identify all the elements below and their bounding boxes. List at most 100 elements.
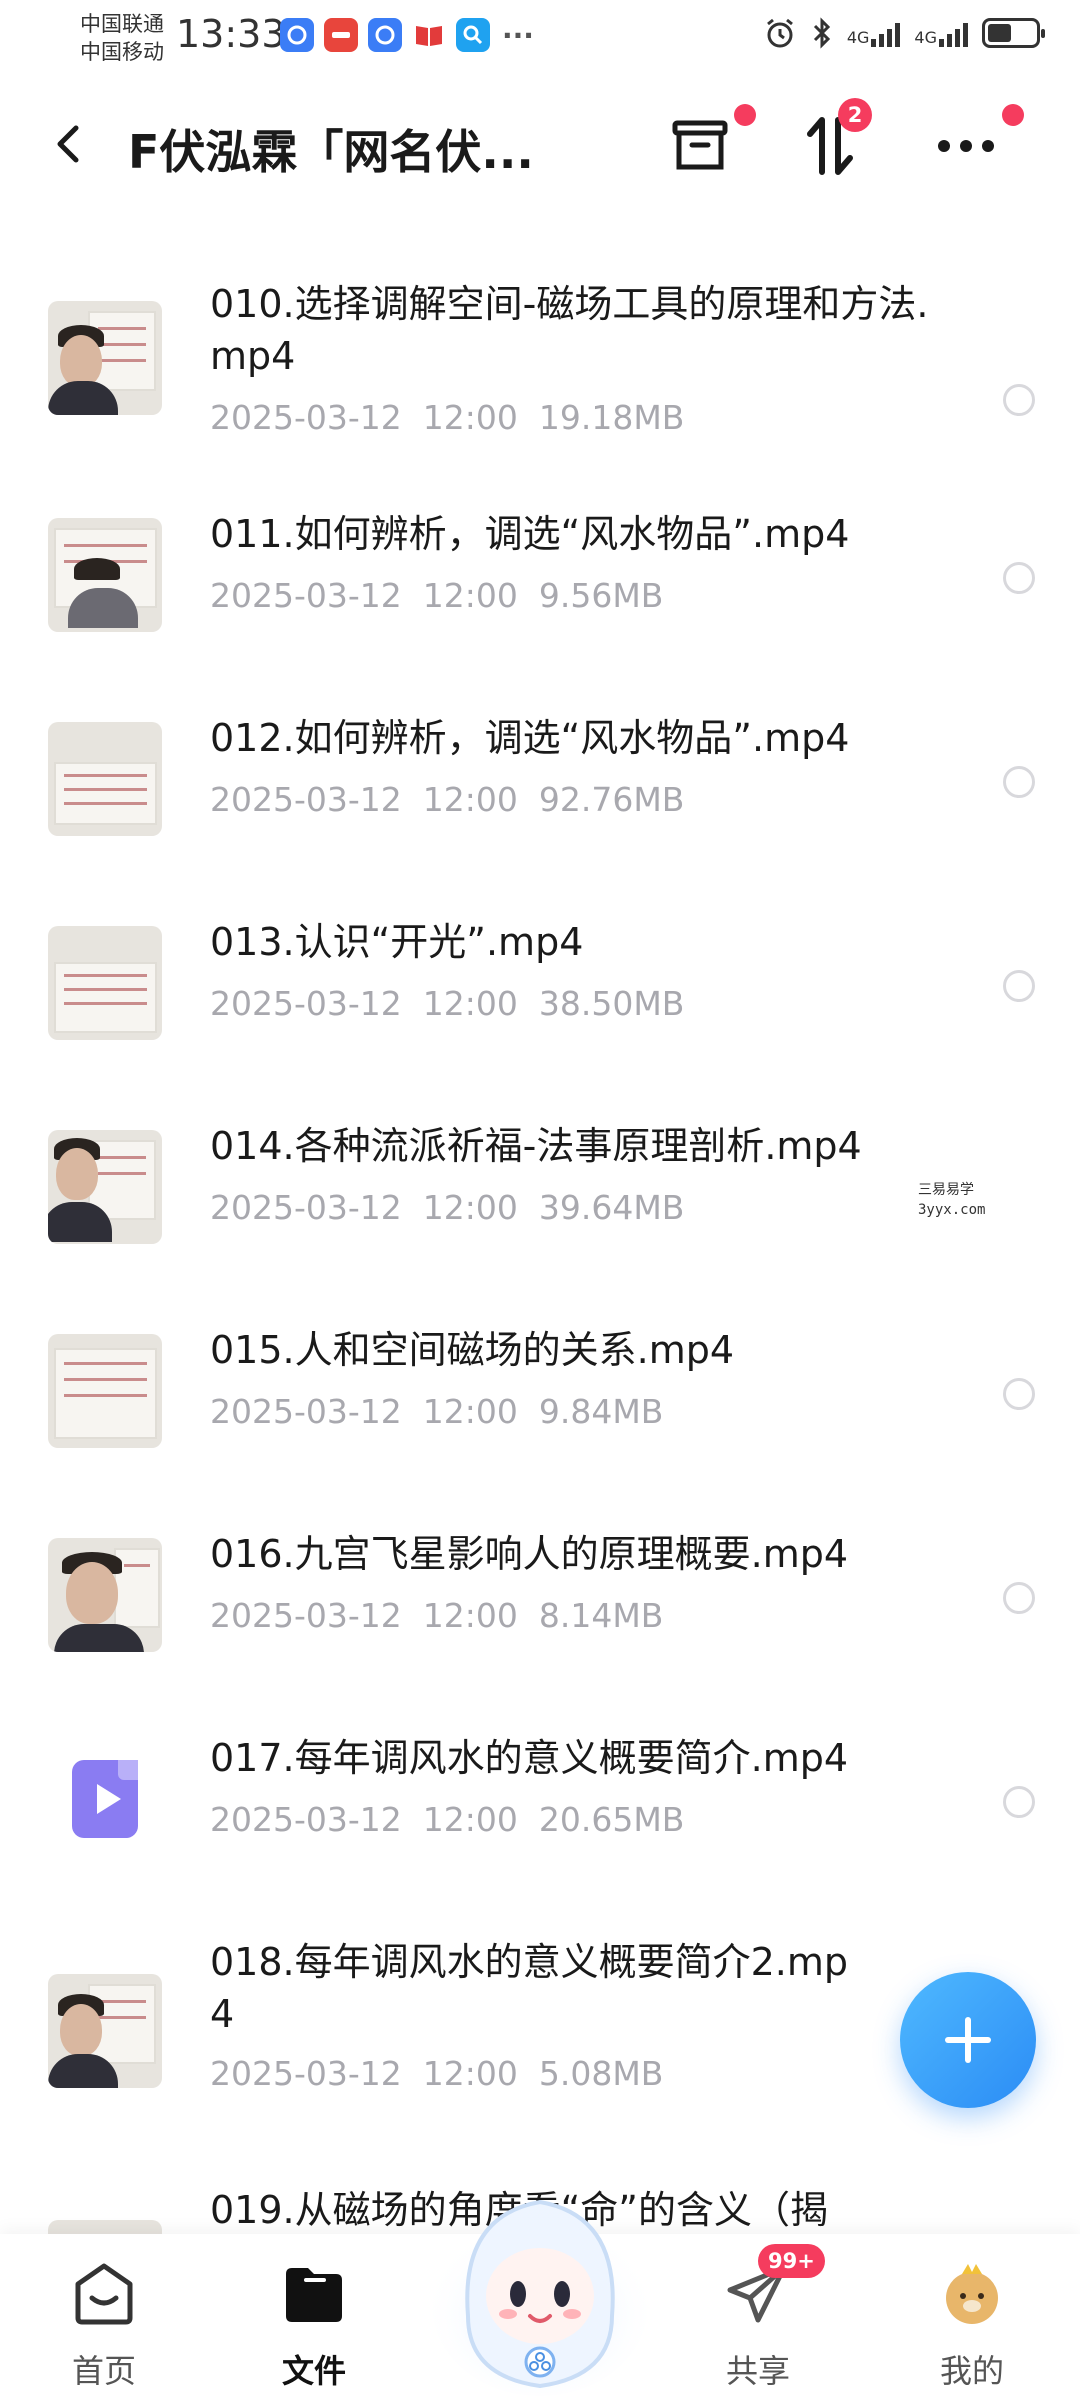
watermark: 三易易学 3yyx.com bbox=[918, 1180, 985, 1220]
list-item[interactable]: 012.如何辨析，调选“风水物品”.mp4 2025-03-12 12:00 9… bbox=[0, 716, 1080, 924]
archive-box-icon bbox=[672, 120, 728, 170]
file-name: 016.九宫飞星影响人的原理概要.mp4 bbox=[210, 1532, 849, 1576]
file-name: 018.每年调风水的意义概要简介2.mp4 bbox=[210, 1940, 849, 2036]
chevron-left-icon bbox=[57, 125, 79, 163]
file-meta: 2025-03-12 12:00 9.84MB bbox=[210, 1392, 663, 1431]
file-size: 9.84MB bbox=[538, 1392, 664, 1431]
file-name: 011.如何辨析，调选“风水物品”.mp4 bbox=[210, 512, 850, 556]
file-size: 39.64MB bbox=[538, 1188, 685, 1227]
upload-fab-button[interactable] bbox=[900, 1972, 1036, 2108]
file-size: 9.56MB bbox=[538, 576, 664, 615]
file-date: 2025-03-12 bbox=[210, 1392, 402, 1431]
carrier-1: 中国联通 bbox=[80, 12, 164, 36]
notification-dot bbox=[1002, 104, 1024, 126]
file-size: 5.08MB bbox=[538, 2054, 664, 2093]
video-thumbnail bbox=[48, 722, 162, 836]
baidu-netdisk-icon bbox=[368, 18, 402, 52]
select-checkbox[interactable] bbox=[1003, 384, 1035, 416]
sim2-network-type: 4G bbox=[914, 28, 937, 47]
nav-share-label: 共享 bbox=[725, 2352, 790, 2390]
search-app-icon bbox=[456, 18, 490, 52]
file-time: 12:00 bbox=[422, 2054, 518, 2093]
folder-icon bbox=[286, 2268, 342, 2322]
file-time: 12:00 bbox=[422, 1392, 518, 1431]
file-name: 017.每年调风水的意义概要简介.mp4 bbox=[210, 1736, 849, 1780]
file-date: 2025-03-12 bbox=[210, 984, 402, 1023]
file-size: 8.14MB bbox=[538, 1596, 664, 1635]
more-options-button[interactable] bbox=[926, 104, 1024, 186]
file-time: 12:00 bbox=[422, 1596, 518, 1635]
select-checkbox[interactable] bbox=[1003, 562, 1035, 594]
video-file-icon bbox=[48, 1742, 162, 1856]
watermark-line-1: 三易易学 bbox=[918, 1182, 974, 1198]
carrier-2: 中国移动 bbox=[80, 40, 164, 64]
nav-home[interactable]: 首页 bbox=[24, 2234, 184, 2400]
sim1-signal: 4G bbox=[847, 19, 901, 47]
file-name: 014.各种流派祈福-法事原理剖析.mp4 bbox=[210, 1124, 862, 1168]
file-meta: 2025-03-12 12:00 8.14MB bbox=[210, 1596, 663, 1635]
list-item[interactable]: 017.每年调风水的意义概要简介.mp4 2025-03-12 12:00 20… bbox=[0, 1736, 1080, 1944]
video-thumbnail bbox=[48, 518, 162, 632]
video-thumbnail bbox=[48, 926, 162, 1040]
file-date: 2025-03-12 bbox=[210, 1188, 402, 1227]
video-thumbnail bbox=[48, 1334, 162, 1448]
transfer-list-button[interactable]: 2 bbox=[790, 98, 872, 186]
list-item[interactable]: 016.九宫飞星影响人的原理概要.mp4 2025-03-12 12:00 8.… bbox=[0, 1532, 1080, 1740]
huawei-store-icon bbox=[324, 18, 358, 52]
sim1-network-type: 4G bbox=[846, 28, 870, 47]
video-thumbnail bbox=[48, 2220, 162, 2234]
file-size: 20.65MB bbox=[538, 1800, 685, 1839]
file-name: 012.如何辨析，调选“风水物品”.mp4 bbox=[210, 716, 850, 760]
select-checkbox[interactable] bbox=[1003, 1378, 1035, 1410]
list-item[interactable]: 011.如何辨析，调选“风水物品”.mp4 2025-03-12 12:00 9… bbox=[0, 512, 1080, 720]
avatar bbox=[946, 2264, 998, 2324]
mascot-icon bbox=[432, 2199, 648, 2396]
share-count-badge: 99+ bbox=[758, 2244, 825, 2278]
file-meta: 2025-03-12 12:00 38.50MB bbox=[210, 984, 684, 1023]
file-meta: 2025-03-12 12:00 92.76MB bbox=[210, 780, 684, 819]
top-app-bar: F伏泓霖「网名伏... 2 bbox=[0, 80, 1080, 210]
file-meta: 2025-03-12 12:00 20.65MB bbox=[210, 1800, 684, 1839]
status-bar: 中国联通 中国移动 13:33 ··· 4G 4G bbox=[0, 0, 1080, 80]
notification-icons: ··· bbox=[280, 18, 536, 52]
file-meta: 2025-03-12 12:00 9.56MB bbox=[210, 576, 663, 615]
file-date: 2025-03-12 bbox=[210, 780, 402, 819]
list-item[interactable]: 014.各种流派祈福-法事原理剖析.mp4 2025-03-12 12:00 3… bbox=[0, 1124, 1080, 1332]
notification-dot bbox=[734, 104, 756, 126]
video-thumbnail bbox=[48, 1538, 162, 1652]
baidu-netdisk-icon bbox=[280, 18, 314, 52]
file-date: 2025-03-12 bbox=[210, 576, 402, 615]
file-time: 12:00 bbox=[422, 984, 518, 1023]
file-name: 010.选择调解空间-磁场工具的原理和方法.mp4 bbox=[210, 282, 929, 378]
watermark-line-2: 3yyx.com bbox=[918, 1202, 986, 1218]
nav-share[interactable]: 99+ 共享 bbox=[678, 2234, 838, 2400]
file-time: 12:00 bbox=[422, 576, 518, 615]
ai-assistant-button[interactable] bbox=[430, 2176, 650, 2400]
clock: 13:33 bbox=[176, 12, 286, 56]
back-button[interactable] bbox=[48, 114, 98, 174]
list-item[interactable]: 010.选择调解空间-磁场工具的原理和方法.mp4 2025-03-12 12:… bbox=[0, 278, 1080, 478]
recycle-bin-button[interactable] bbox=[660, 104, 756, 186]
file-size: 92.76MB bbox=[538, 780, 685, 819]
file-time: 12:00 bbox=[422, 780, 518, 819]
more-notifications-icon: ··· bbox=[502, 18, 534, 52]
select-checkbox[interactable] bbox=[1003, 766, 1035, 798]
nav-files[interactable]: 文件 bbox=[234, 2234, 394, 2400]
select-checkbox[interactable] bbox=[1003, 970, 1035, 1002]
file-date: 2025-03-12 bbox=[210, 1800, 402, 1839]
file-date: 2025-03-12 bbox=[210, 398, 402, 437]
select-checkbox[interactable] bbox=[1003, 1786, 1035, 1818]
nav-mine[interactable]: 我的 bbox=[892, 2234, 1052, 2400]
transfer-count-badge: 2 bbox=[838, 98, 872, 132]
sim2-signal: 4G bbox=[914, 19, 968, 47]
nav-files-label: 文件 bbox=[281, 2352, 346, 2390]
file-meta: 2025-03-12 12:00 5.08MB bbox=[210, 2054, 663, 2093]
file-date: 2025-03-12 bbox=[210, 1596, 402, 1635]
select-checkbox[interactable] bbox=[1003, 1582, 1035, 1614]
list-item[interactable]: 013.认识“开光”.mp4 2025-03-12 12:00 38.50MB bbox=[0, 920, 1080, 1128]
video-thumbnail bbox=[48, 1130, 162, 1244]
book-reader-icon bbox=[412, 18, 446, 52]
list-item[interactable]: 015.人和空间磁场的关系.mp4 2025-03-12 12:00 9.84M… bbox=[0, 1328, 1080, 1536]
alarm-icon bbox=[766, 18, 793, 48]
file-name: 015.人和空间磁场的关系.mp4 bbox=[210, 1328, 735, 1372]
